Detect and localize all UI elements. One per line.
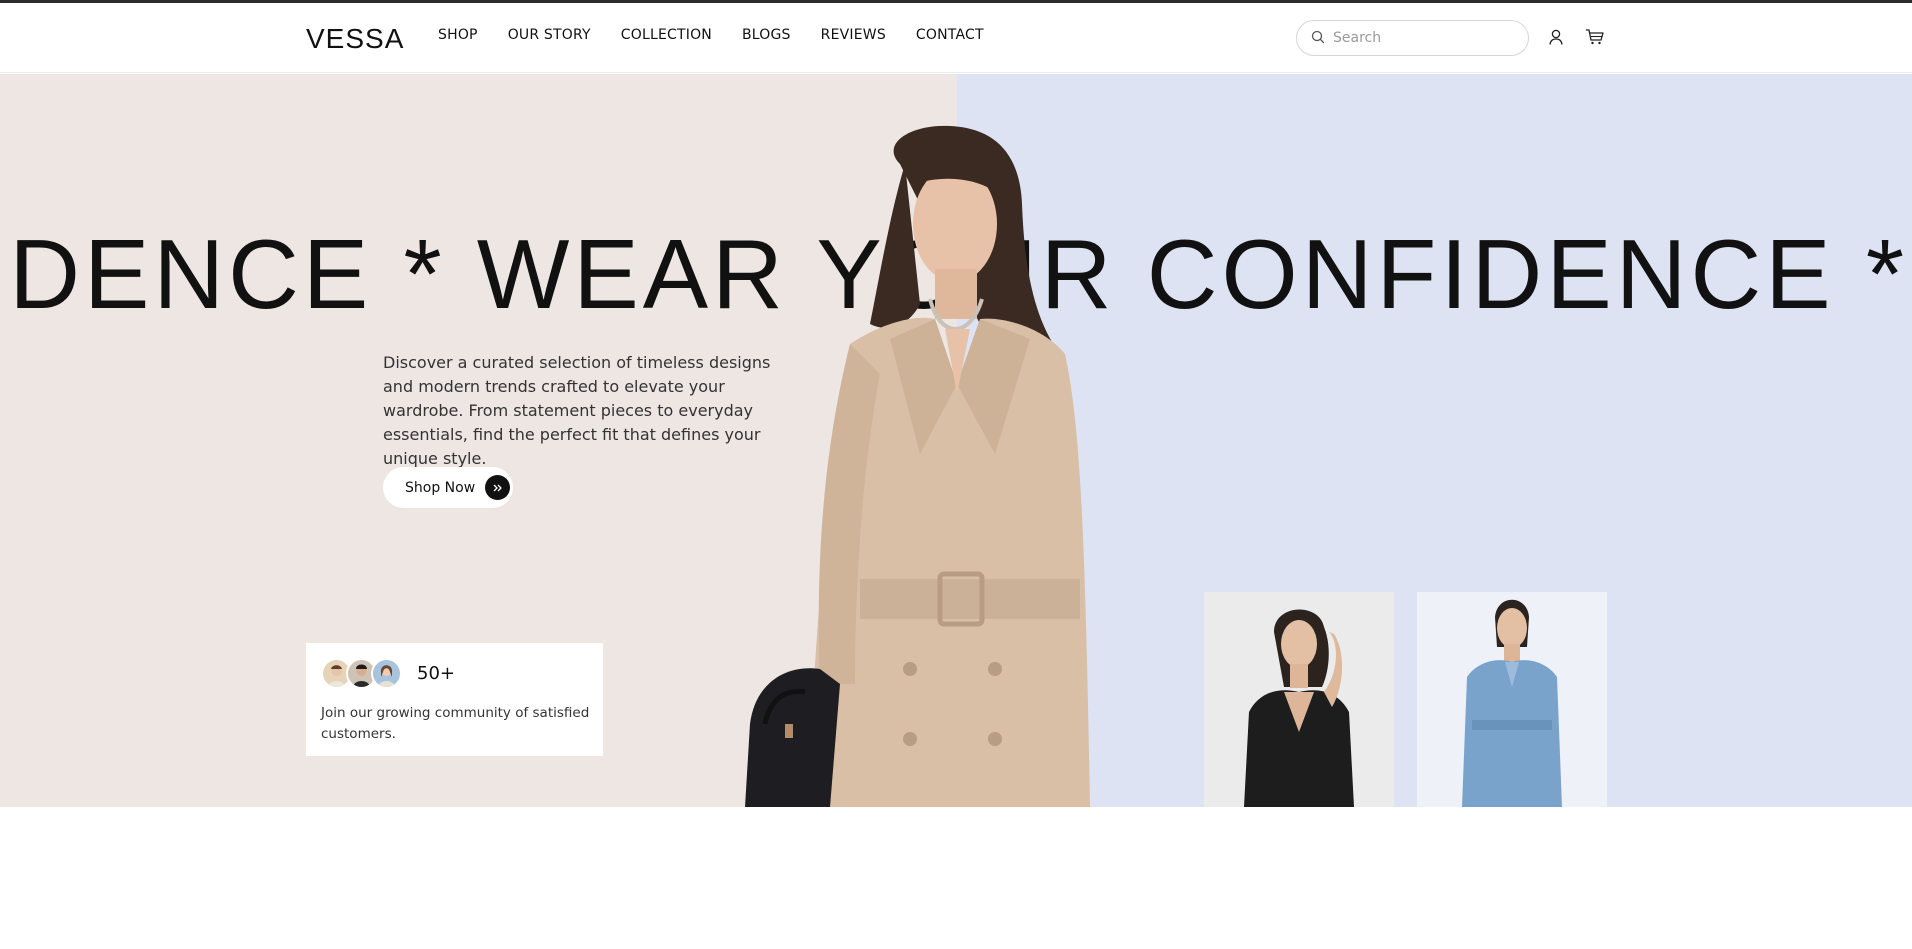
user-icon[interactable] <box>1547 28 1565 50</box>
avatar <box>371 658 402 689</box>
search-input[interactable] <box>1333 30 1513 46</box>
search-icon <box>1311 29 1325 48</box>
nav-blogs[interactable]: BLOGS <box>742 27 791 43</box>
nav-contact[interactable]: CONTACT <box>916 27 984 43</box>
nav-reviews[interactable]: REVIEWS <box>821 27 886 43</box>
search-box[interactable] <box>1296 20 1529 56</box>
customer-count: 50+ <box>417 663 455 684</box>
product-thumbnail[interactable] <box>1204 592 1394 807</box>
nav-our-story[interactable]: OUR STORY <box>508 27 591 43</box>
community-card: 50+ Join our growing community of satisf… <box>306 643 603 756</box>
hero-description: Discover a curated selection of timeless… <box>383 353 771 468</box>
double-chevron-right-icon <box>485 475 511 500</box>
shop-now-label: Shop Now <box>405 479 476 496</box>
cart-icon[interactable] <box>1585 28 1605 50</box>
main-nav: SHOP OUR STORY COLLECTION BLOGS REVIEWS … <box>438 27 984 43</box>
product-thumbnail[interactable] <box>1417 592 1607 807</box>
site-header: VESSA SHOP OUR STORY COLLECTION BLOGS RE… <box>0 3 1912 73</box>
hero-section: IDENCE * WEAR YOUR CONFIDENCE * WEAR Y <box>0 74 1912 807</box>
community-text: Join our growing community of satisfied … <box>321 705 590 742</box>
brand-logo[interactable]: VESSA <box>306 23 404 55</box>
avatar-group <box>321 658 402 689</box>
shop-now-button[interactable]: Shop Now <box>383 467 513 508</box>
nav-collection[interactable]: COLLECTION <box>621 27 712 43</box>
nav-shop[interactable]: SHOP <box>438 27 478 43</box>
